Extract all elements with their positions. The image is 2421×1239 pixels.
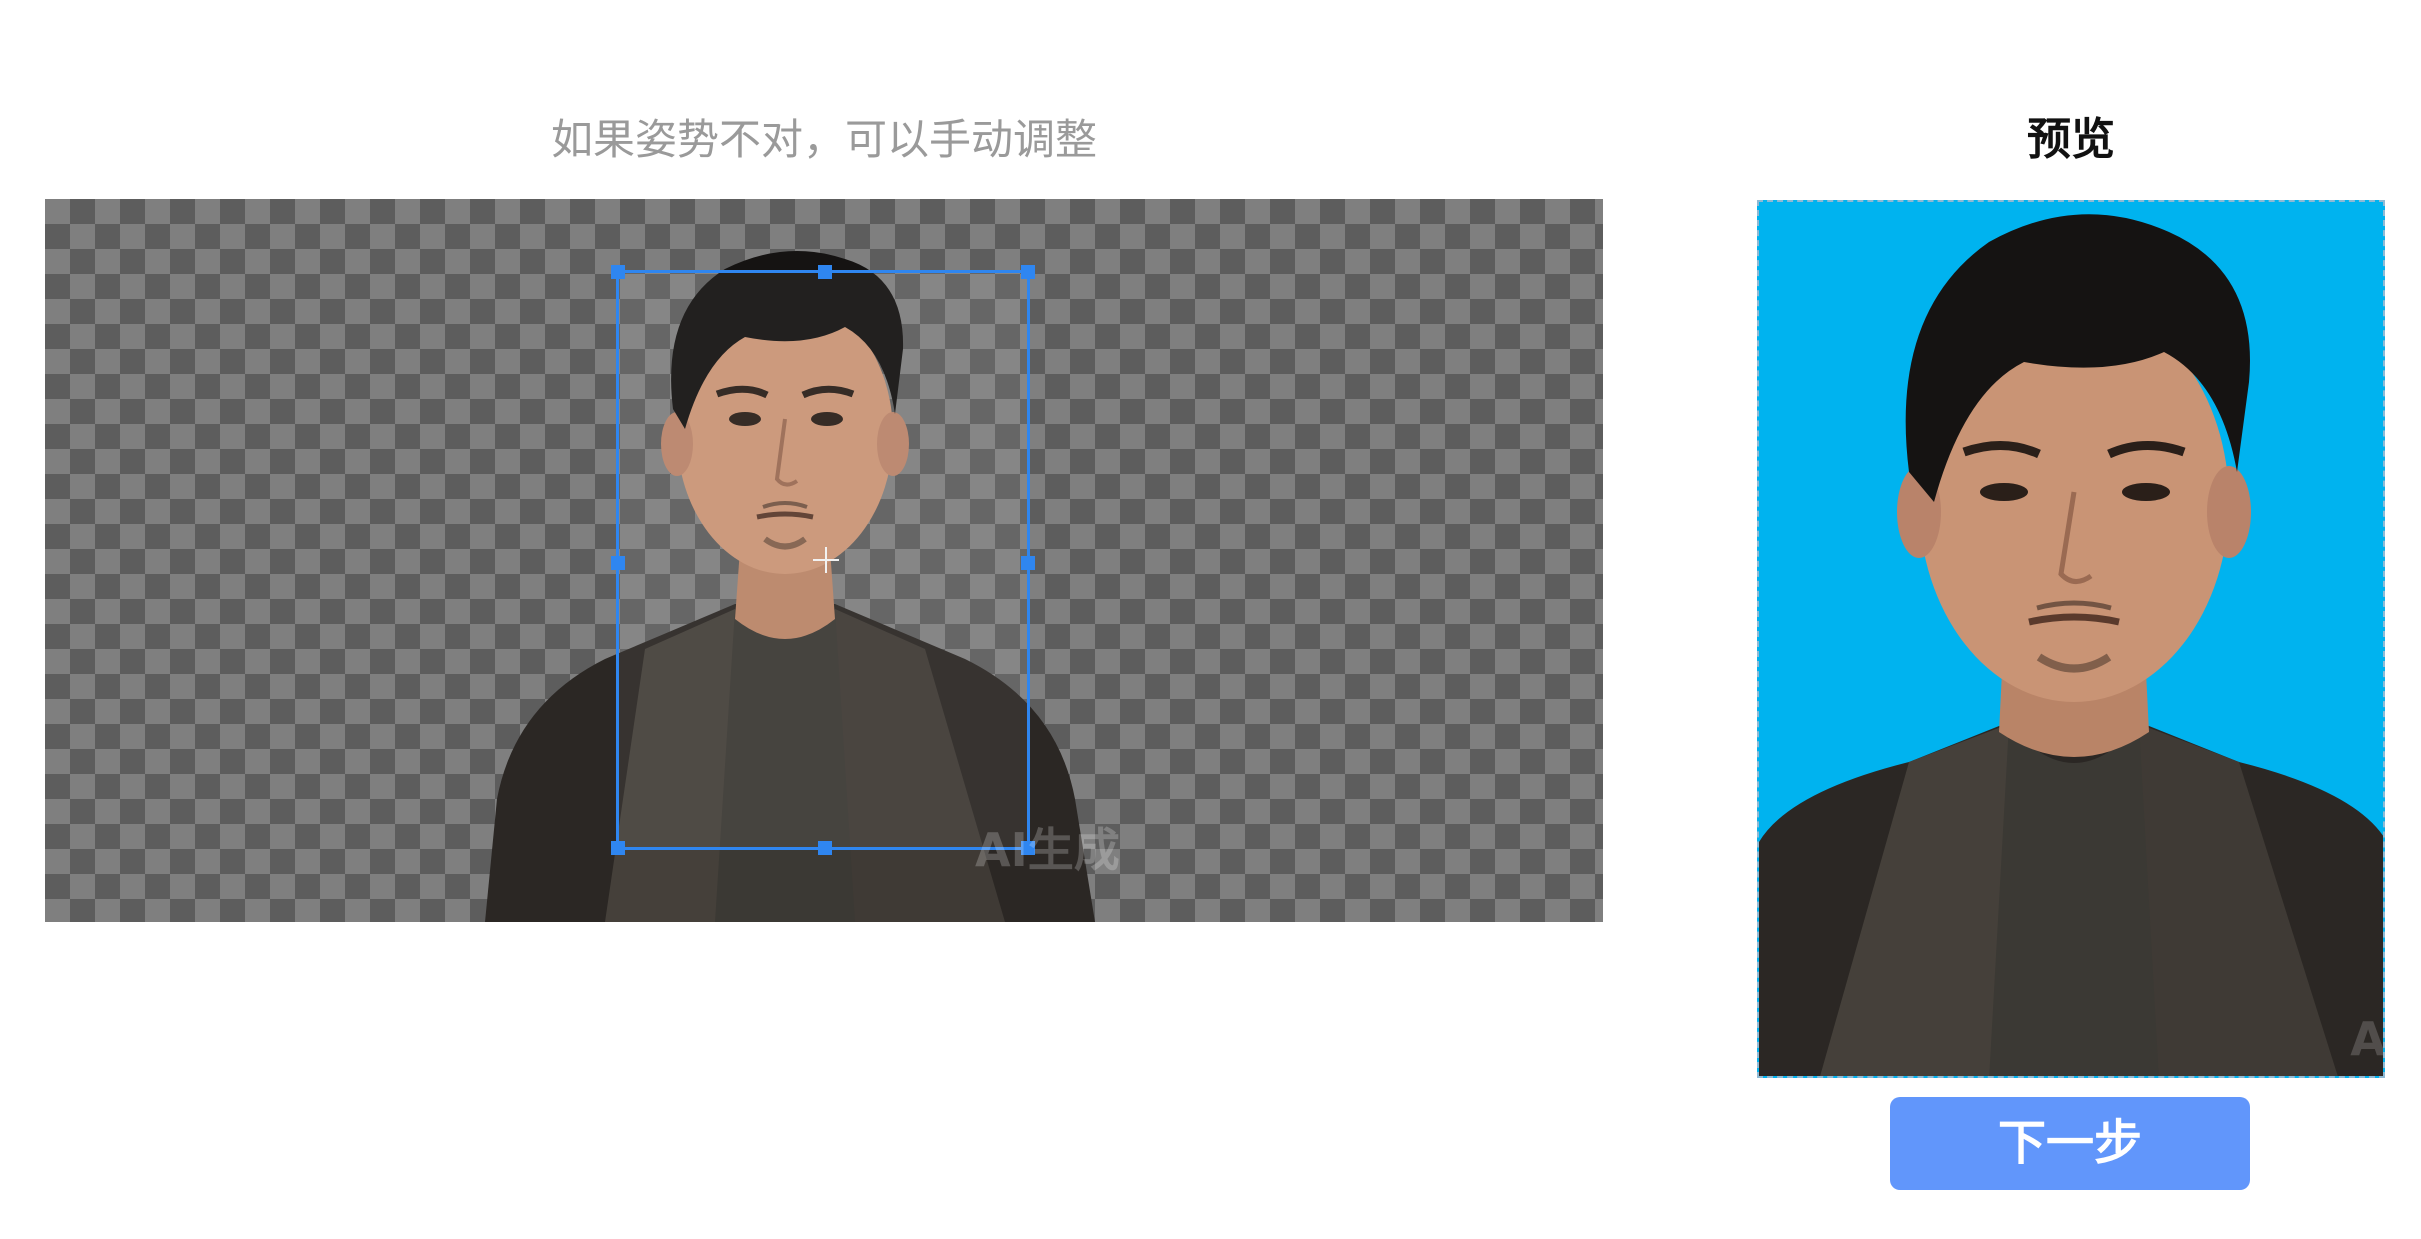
crop-handle-top-left[interactable]	[611, 265, 625, 279]
crosshair-icon[interactable]	[813, 547, 839, 573]
crop-handle-left[interactable]	[611, 556, 625, 570]
preview-ai-watermark: AI	[2350, 1012, 2385, 1066]
crop-handle-top[interactable]	[818, 265, 832, 279]
crop-handle-top-right[interactable]	[1021, 265, 1035, 279]
crop-handle-right[interactable]	[1021, 556, 1035, 570]
ai-watermark: AI生成	[975, 823, 1120, 877]
crop-frame[interactable]	[611, 265, 1035, 855]
crop-handle-bottom[interactable]	[818, 841, 832, 855]
next-step-button[interactable]: 下一步	[1890, 1097, 2250, 1190]
person-preview-image	[1759, 214, 2383, 1076]
crop-handle-bottom-left[interactable]	[611, 841, 625, 855]
preview-photo: AI	[1757, 200, 2385, 1078]
photo-editor-canvas[interactable]: AI生成	[45, 199, 1603, 922]
editor-hint: 如果姿势不对，可以手动调整	[550, 115, 1097, 164]
preview-title: 预览	[2027, 114, 2115, 165]
